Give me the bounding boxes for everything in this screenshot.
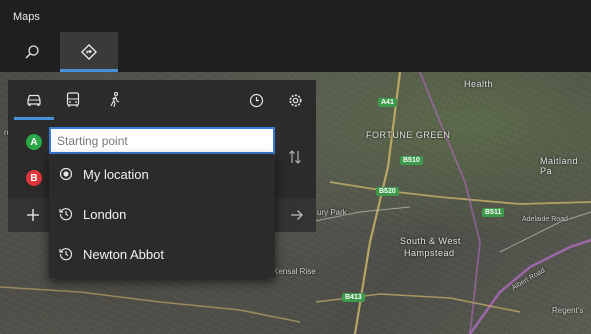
search-button[interactable] — [3, 32, 61, 72]
suggestion-newton-abbot[interactable]: Newton Abbot — [49, 234, 275, 274]
road-label-b510: B510 — [400, 156, 423, 165]
walk-icon — [110, 92, 120, 108]
place-health: Health — [464, 79, 494, 89]
waypoint-b-badge: B — [26, 170, 42, 186]
road-label-a41: A41 — [378, 98, 397, 107]
suggestions-dropdown: My location London Newton Abbot — [49, 154, 275, 278]
arrow-right-icon — [291, 210, 303, 220]
plus-icon — [27, 209, 39, 221]
location-icon — [49, 167, 83, 181]
suggestion-my-location[interactable]: My location — [49, 154, 275, 194]
title-bar: Maps — [0, 0, 591, 32]
place-regents: Regent's — [552, 306, 584, 315]
waypoint-a-badge: A — [26, 134, 42, 150]
place-ury-park: ury Park — [317, 208, 347, 217]
search-icon — [25, 45, 39, 59]
street-adelaide-road: Adelaide Road — [522, 216, 568, 223]
app-title: Maps — [13, 11, 40, 23]
history-icon — [49, 207, 83, 221]
suggestion-label: London — [83, 206, 127, 222]
clock-icon — [249, 93, 263, 107]
suggestion-label: My location — [83, 166, 149, 182]
place-maitland: Maitland Pa — [540, 156, 579, 176]
walk-mode-button[interactable] — [95, 80, 135, 120]
swap-waypoints-button[interactable] — [278, 140, 312, 174]
bus-icon — [66, 92, 80, 107]
road-label-b520: B520 — [376, 187, 399, 196]
transit-mode-button[interactable] — [53, 80, 93, 120]
place-south-west-2: Hampstead — [404, 248, 455, 258]
top-toolbar — [0, 32, 591, 72]
road-label-b511: B511 — [482, 208, 505, 217]
get-directions-button[interactable] — [284, 202, 310, 228]
history-icon — [49, 247, 83, 261]
suggestion-label: Newton Abbot — [83, 246, 164, 262]
mode-selected-indicator — [14, 117, 54, 120]
gear-icon — [289, 94, 301, 106]
car-icon — [27, 94, 41, 106]
starting-point-input[interactable] — [49, 127, 275, 154]
drive-mode-button[interactable] — [14, 80, 54, 120]
directions-button[interactable] — [60, 32, 118, 72]
place-south-west-1: South & West — [400, 236, 461, 246]
suggestion-london[interactable]: London — [49, 194, 275, 234]
add-stop-button[interactable] — [20, 202, 46, 228]
swap-icon — [289, 150, 301, 164]
road-label-b413: B413 — [342, 293, 365, 302]
travel-mode-row — [8, 80, 316, 120]
place-kensal-rise: Kensal Rise — [273, 267, 316, 276]
place-fortune-green: FORTUNE GREEN — [366, 130, 451, 140]
route-options-button[interactable] — [275, 80, 315, 120]
directions-icon — [81, 44, 97, 60]
depart-time-button[interactable] — [236, 80, 276, 120]
